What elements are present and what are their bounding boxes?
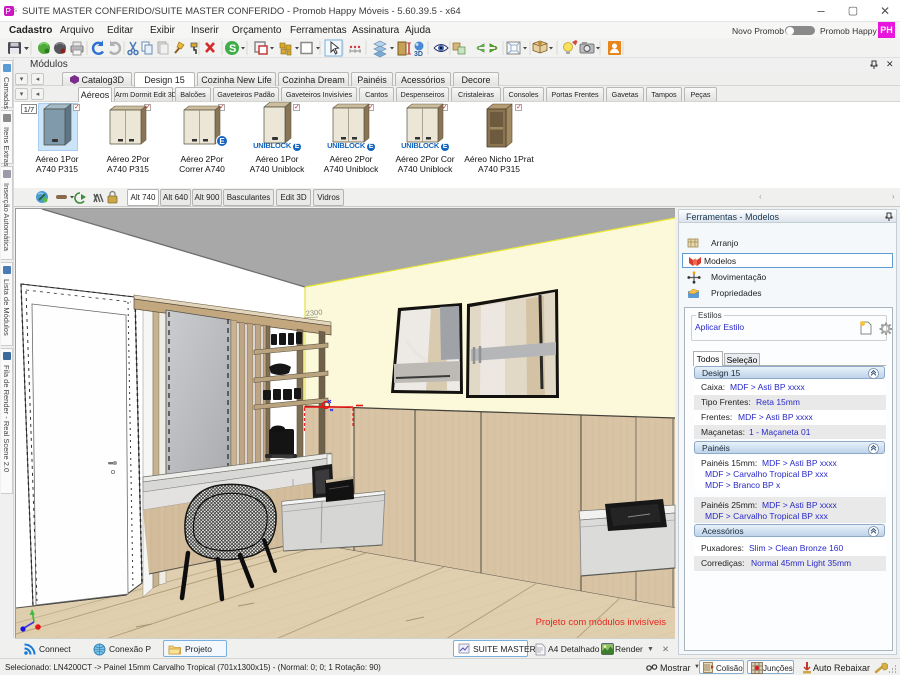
svg-text:3D: 3D xyxy=(414,51,423,58)
svg-text:P: P xyxy=(6,7,11,16)
svg-text:2300: 2300 xyxy=(305,308,322,318)
svg-text:Projeto com módulos invisíveis: Projeto com módulos invisíveis xyxy=(536,617,667,628)
svg-text:S: S xyxy=(229,43,236,55)
svg-text:E: E xyxy=(219,137,225,146)
svg-text:s: s xyxy=(14,8,17,14)
